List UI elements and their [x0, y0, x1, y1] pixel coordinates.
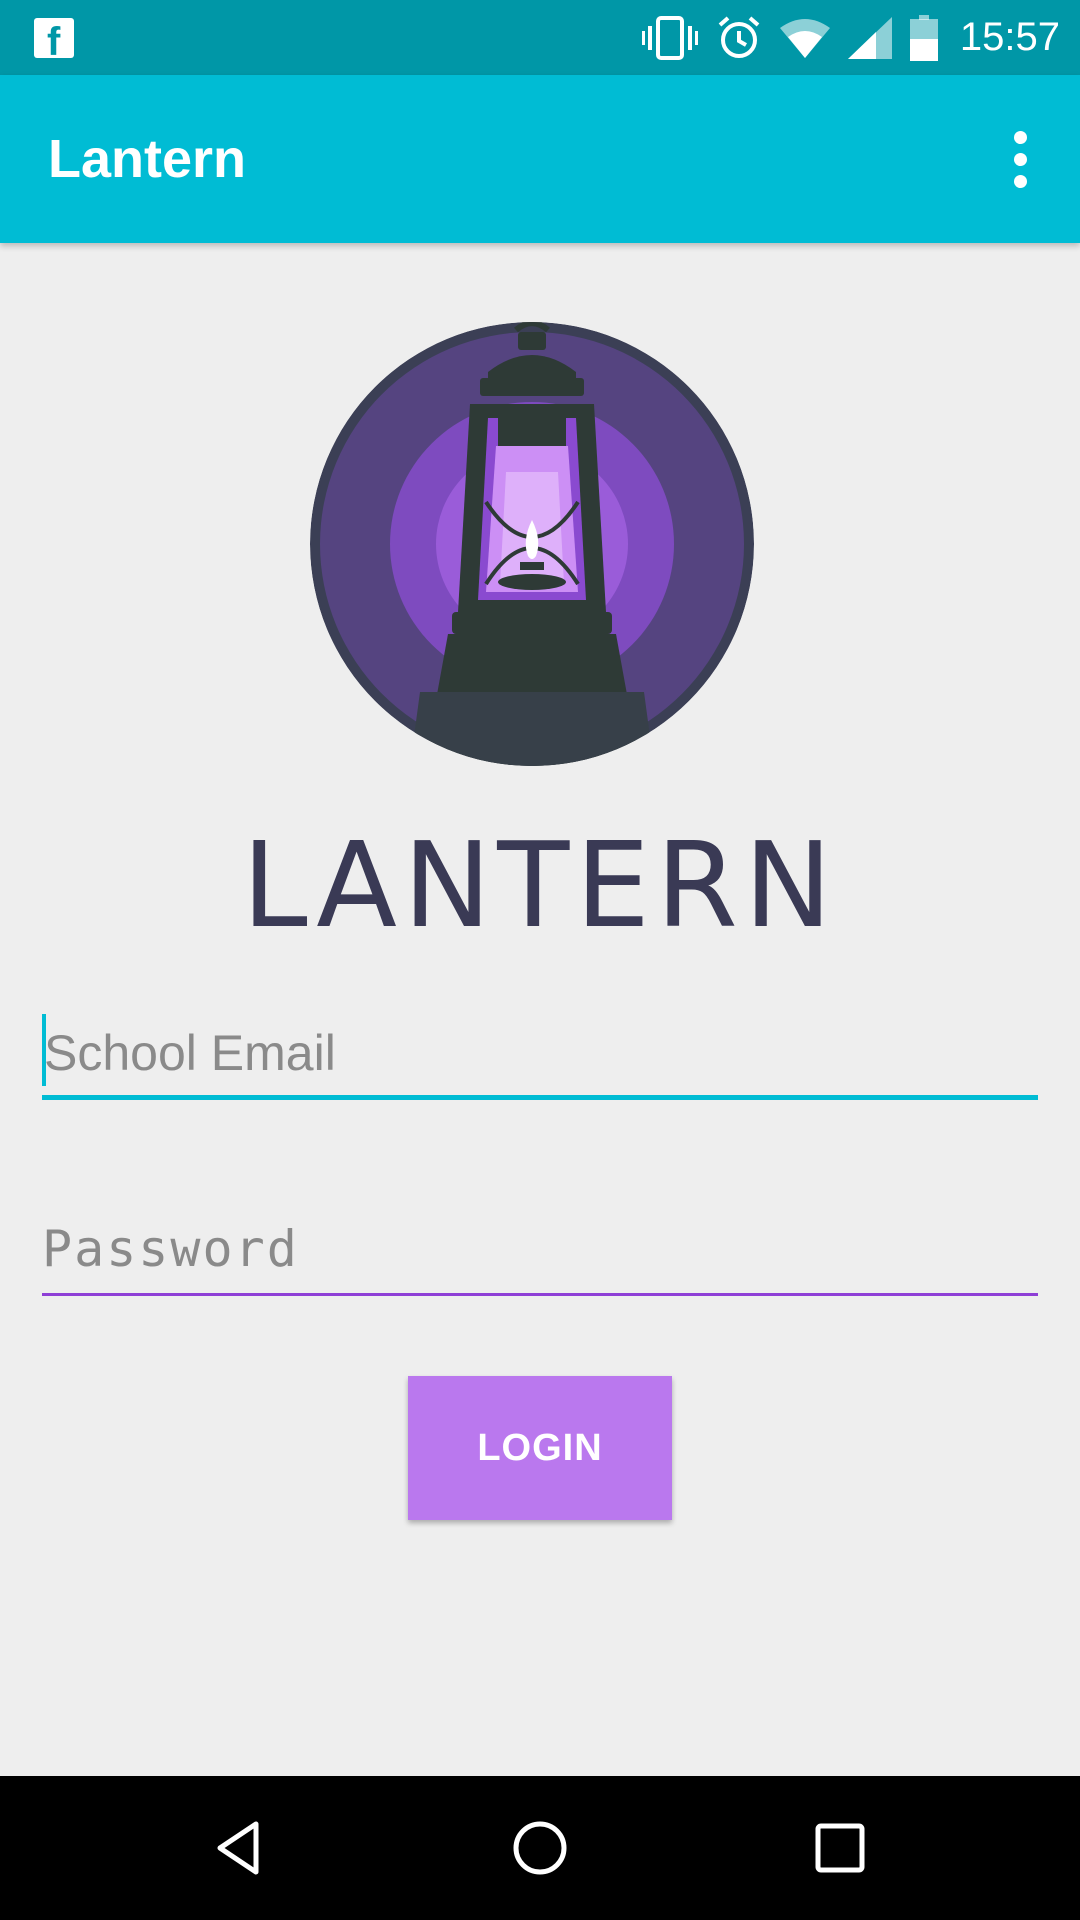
status-time: 15:57: [959, 15, 1060, 59]
more-vert-icon: [1013, 130, 1027, 188]
email-underline: [42, 1095, 1038, 1100]
login-screen: f 15:57 Lantern LANTERN School Email LOG…: [0, 0, 1080, 1920]
text-cursor: [42, 1014, 46, 1086]
brand-wordmark: LANTERN: [241, 816, 839, 954]
password-field[interactable]: [42, 1206, 1038, 1296]
alarm-icon: [716, 15, 762, 61]
back-button[interactable]: [190, 1798, 290, 1898]
lantern-logo: [310, 322, 754, 766]
status-bar: f 15:57: [0, 0, 1080, 75]
app-title: Lantern: [48, 129, 247, 189]
navigation-bar: [0, 1776, 1080, 1920]
more-options-button[interactable]: [980, 119, 1060, 199]
back-icon: [217, 1821, 259, 1875]
signal-icon: [847, 16, 892, 59]
password-underline: [42, 1293, 1038, 1296]
recents-button[interactable]: [790, 1798, 890, 1898]
school-email-input[interactable]: [42, 1010, 1040, 1096]
status-icons: 15:57: [641, 0, 1060, 75]
login-button[interactable]: LOGIN: [408, 1376, 672, 1520]
recents-icon: [815, 1823, 865, 1873]
facebook-icon: f: [34, 18, 74, 62]
app-bar: Lantern: [0, 75, 1080, 243]
vibrate-icon: [641, 15, 698, 60]
home-icon: [513, 1821, 567, 1875]
email-field[interactable]: [42, 1010, 1040, 1100]
home-button[interactable]: [490, 1798, 590, 1898]
battery-icon: [909, 14, 938, 61]
wifi-icon: [779, 18, 830, 58]
password-input[interactable]: [42, 1206, 1038, 1292]
